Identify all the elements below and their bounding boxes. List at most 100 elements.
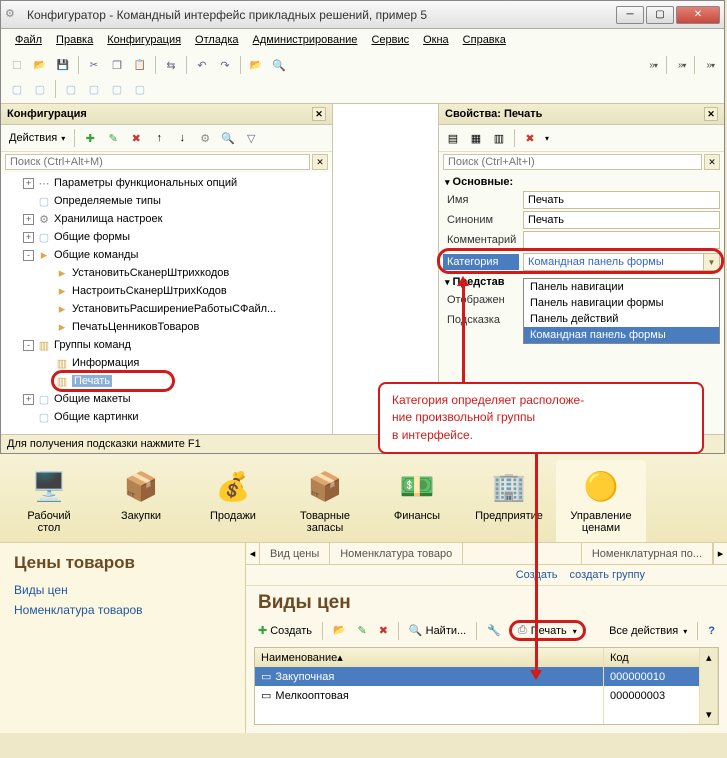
nav-item-0[interactable]: 🖥️Рабочий стол — [4, 460, 94, 542]
scroll-up-icon[interactable]: ▴ — [700, 648, 718, 667]
tree-item[interactable]: +Общие формы — [1, 228, 332, 246]
option-actions-panel[interactable]: Панель действий — [524, 311, 719, 327]
create-folder-button[interactable] — [329, 623, 349, 638]
table-row[interactable]: ▭Мелкооптовая000000003 — [255, 686, 718, 705]
compare-button[interactable] — [161, 55, 181, 75]
sort-button[interactable] — [195, 128, 215, 148]
nav-item-3[interactable]: 📦Товарные запасы — [280, 460, 370, 542]
expand-icon[interactable]: + — [23, 232, 34, 243]
category-dropdown[interactable]: Панель навигации Панель навигации формы … — [523, 278, 720, 344]
menu-config[interactable]: Конфигурация — [101, 31, 187, 49]
undo-button[interactable] — [192, 55, 212, 75]
option-nav-panel[interactable]: Панель навигации — [524, 279, 719, 295]
col-code[interactable]: Код — [604, 648, 700, 667]
tree-item[interactable]: +Параметры функциональных опций — [1, 174, 332, 192]
close-button[interactable]: ✕ — [676, 6, 720, 24]
scroll-down-icon[interactable]: ▾ — [700, 705, 718, 724]
expand-icon[interactable] — [41, 286, 52, 297]
help-button[interactable] — [704, 623, 719, 639]
create-group-link[interactable]: создать группу — [570, 569, 645, 581]
expand-icon[interactable]: - — [23, 340, 34, 351]
config-close-icon[interactable]: ✕ — [312, 107, 326, 121]
filter-button[interactable] — [241, 128, 261, 148]
props-search-clear[interactable]: ✕ — [704, 154, 720, 170]
props-x-button[interactable] — [520, 128, 540, 148]
maximize-button[interactable]: ▢ — [646, 6, 674, 24]
tree-item[interactable]: Печать — [1, 372, 332, 390]
tree-item[interactable]: +Хранилища настроек — [1, 210, 332, 228]
props-close-icon[interactable]: ✕ — [704, 107, 718, 121]
tree-item[interactable]: УстановитьСканерШтрихкодов — [1, 264, 332, 282]
edit-row-button[interactable] — [353, 622, 370, 639]
prop-name-input[interactable] — [523, 191, 720, 209]
crumb-left-icon[interactable]: ◂ — [246, 543, 260, 564]
tree-item[interactable]: НастроитьСканерШтрихКодов — [1, 282, 332, 300]
expand-icon[interactable]: + — [23, 178, 34, 189]
expand-icon[interactable]: + — [23, 214, 34, 225]
expand-icon[interactable] — [41, 376, 52, 387]
menu-debug[interactable]: Отладка — [189, 31, 244, 49]
add-button[interactable] — [80, 128, 100, 148]
nav-item-2[interactable]: 💰Продажи — [188, 460, 278, 542]
option-form-cmd-panel[interactable]: Командная панель формы — [524, 327, 719, 343]
category-combo[interactable]: ▼ — [523, 253, 720, 271]
overflow-1[interactable]: » — [643, 60, 661, 71]
tool-f[interactable] — [130, 79, 150, 99]
tree-item[interactable]: -Общие команды — [1, 246, 332, 264]
side-link-0[interactable]: Виды цен — [14, 583, 231, 597]
search-button[interactable] — [269, 55, 289, 75]
overflow-2[interactable]: » — [672, 60, 690, 71]
tree-item[interactable]: Общие картинки — [1, 408, 332, 426]
open-button[interactable] — [30, 55, 50, 75]
tree-item[interactable]: ПечатьЦенниковТоваров — [1, 318, 332, 336]
edit-button[interactable] — [103, 128, 123, 148]
delete-button[interactable] — [126, 128, 146, 148]
tree-item[interactable]: -Группы команд — [1, 336, 332, 354]
delete-row-button[interactable] — [375, 622, 392, 639]
props-search-input[interactable] — [443, 154, 702, 170]
side-link-1[interactable]: Номенклатура товаров — [14, 603, 231, 617]
save-button[interactable] — [53, 55, 73, 75]
create-button[interactable]: Создать — [254, 622, 316, 639]
view3-button[interactable]: ▥ — [489, 128, 509, 148]
nav-item-6[interactable]: 🟡Управление ценами — [556, 460, 646, 542]
option-form-nav-panel[interactable]: Панель навигации формы — [524, 295, 719, 311]
tool-d[interactable] — [84, 79, 104, 99]
search-clear-icon[interactable]: ✕ — [312, 154, 328, 170]
menu-windows[interactable]: Окна — [417, 31, 455, 49]
prop-synonym-input[interactable] — [523, 211, 720, 229]
props-dd-icon[interactable] — [543, 132, 549, 144]
tool-c[interactable] — [61, 79, 81, 99]
table-row[interactable]: ▭Закупочная000000010 — [255, 667, 718, 686]
config-search-input[interactable] — [5, 154, 310, 170]
crumb-2[interactable]: Номенклатурная по... — [582, 543, 713, 564]
data-grid[interactable]: Наименование▴ Код ▴ ▭Закупочная000000010… — [254, 647, 719, 725]
tool-e[interactable] — [107, 79, 127, 99]
minimize-button[interactable]: ─ — [616, 6, 644, 24]
crumb-0[interactable]: Вид цены — [260, 543, 330, 564]
expand-icon[interactable] — [41, 322, 52, 333]
paste-button[interactable] — [130, 55, 150, 75]
tree-item[interactable]: УстановитьРасширениеРаботыСФайл... — [1, 300, 332, 318]
expand-icon[interactable] — [41, 358, 52, 369]
tool-b[interactable] — [30, 79, 50, 99]
menu-help[interactable]: Справка — [457, 31, 512, 49]
expand-icon[interactable] — [23, 196, 34, 207]
tree-item[interactable]: Информация — [1, 354, 332, 372]
menu-file[interactable]: Файл — [9, 31, 48, 49]
config-tree[interactable]: +Параметры функциональных опцийОпределяе… — [1, 172, 332, 434]
expand-icon[interactable]: - — [23, 250, 34, 261]
overflow-3[interactable]: » — [700, 60, 718, 71]
new-button[interactable] — [7, 55, 27, 75]
crumb-1[interactable]: Номенклатура товаро — [330, 543, 463, 564]
tree-item[interactable]: +Общие макеты — [1, 390, 332, 408]
view2-button[interactable]: ▦ — [466, 128, 486, 148]
print-button[interactable]: Печать — [509, 620, 586, 641]
down-button[interactable]: ↓ — [172, 128, 192, 148]
menu-service[interactable]: Сервис — [365, 31, 415, 49]
view1-button[interactable]: ▤ — [443, 128, 463, 148]
tree-item[interactable]: Определяемые типы — [1, 192, 332, 210]
extra-button[interactable] — [246, 55, 266, 75]
tool-a[interactable] — [7, 79, 27, 99]
nav-item-5[interactable]: 🏢Предприятие — [464, 460, 554, 542]
